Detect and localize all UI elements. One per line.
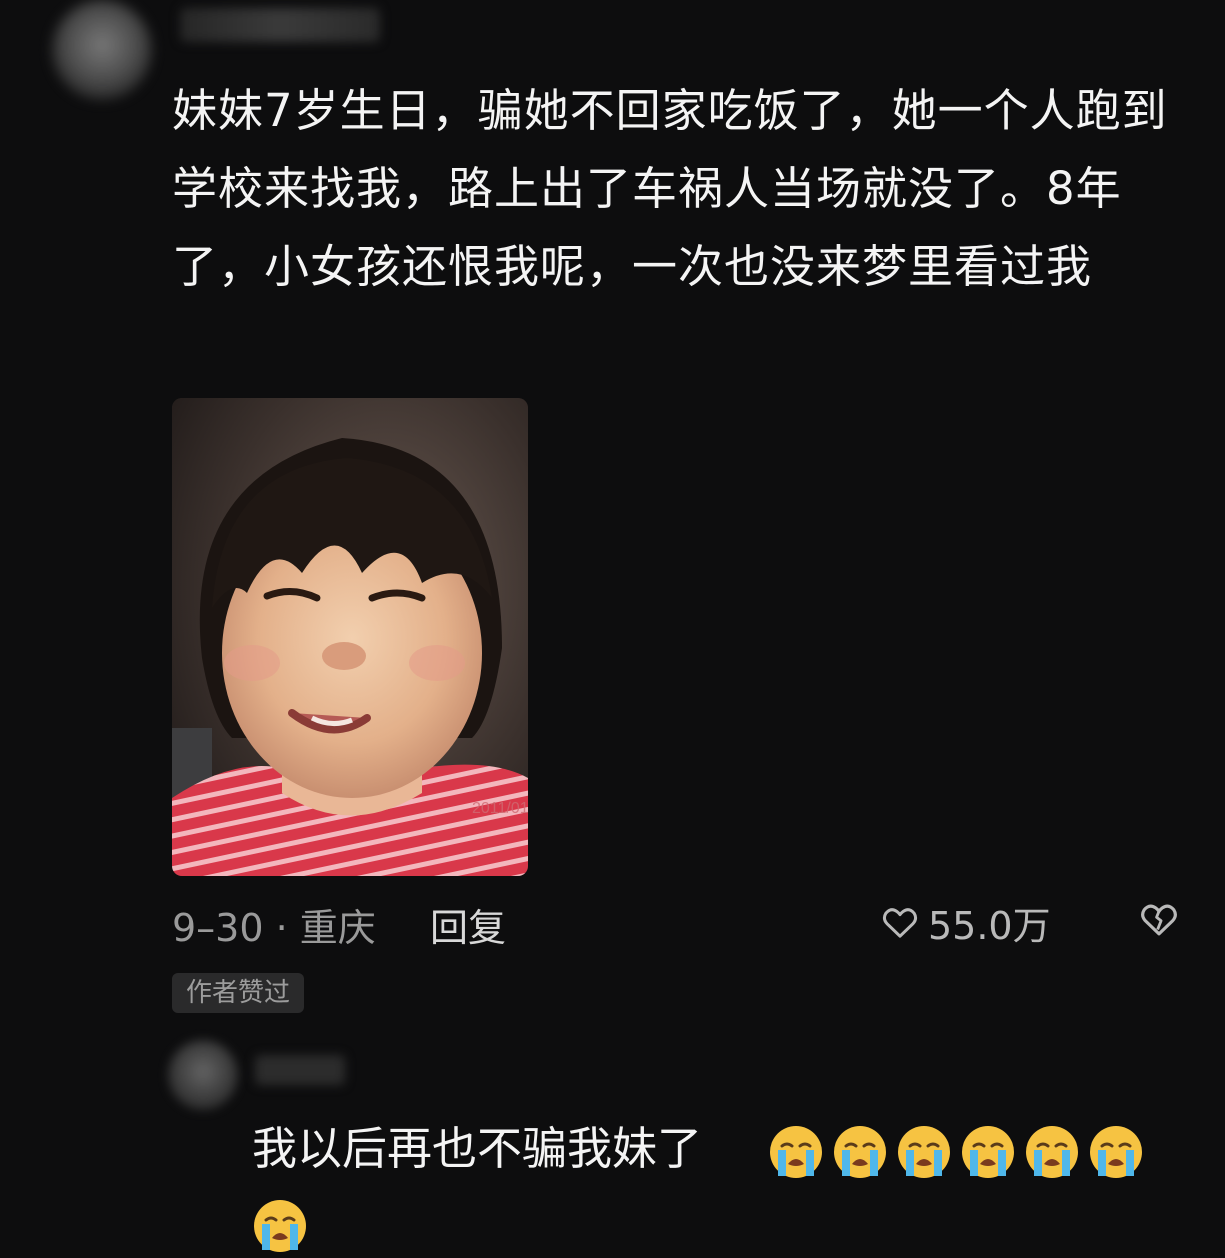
comment-photo[interactable]: 2011/01 <box>172 398 528 876</box>
like-count: 55.0万 <box>928 903 1051 948</box>
replier-avatar[interactable] <box>168 1040 238 1110</box>
crying-face-icon <box>770 1126 822 1178</box>
reply-emoji-row <box>768 1124 1144 1180</box>
crying-face-icon <box>962 1126 1014 1178</box>
dislike-button[interactable] <box>1138 897 1180 941</box>
commenter-username-blurred[interactable] <box>180 8 380 42</box>
reply-button[interactable]: 回复 <box>430 897 506 950</box>
crying-face-icon <box>254 1200 306 1252</box>
crying-face-icon <box>834 1126 886 1178</box>
heart-outline-icon <box>882 908 918 938</box>
reply-text: 我以后再也不骗我妹了 <box>252 1122 703 1175</box>
crying-face-icon <box>1026 1126 1078 1178</box>
photo-date-stamp: 2011/01 <box>472 800 528 817</box>
author-liked-badge: 作者赞过 <box>172 973 305 1013</box>
comment-text: 妹妹7岁生日，骗她不回家吃饭了，她一个人跑到学校来找我，路上出了车祸人当场就没了… <box>172 84 1168 293</box>
reply-emoji-row-2 <box>252 1198 308 1254</box>
replier-username-blurred[interactable] <box>255 1055 345 1085</box>
crying-face-icon <box>1090 1126 1142 1178</box>
commenter-avatar[interactable] <box>52 0 152 100</box>
like-button[interactable]: 55.0万 <box>880 897 1051 948</box>
comment-date-location: 9–30 · 重庆 <box>172 906 376 950</box>
crying-face-icon <box>898 1126 950 1178</box>
child-photo-illustration: 2011/01 <box>172 398 528 876</box>
broken-heart-icon <box>1141 904 1177 936</box>
